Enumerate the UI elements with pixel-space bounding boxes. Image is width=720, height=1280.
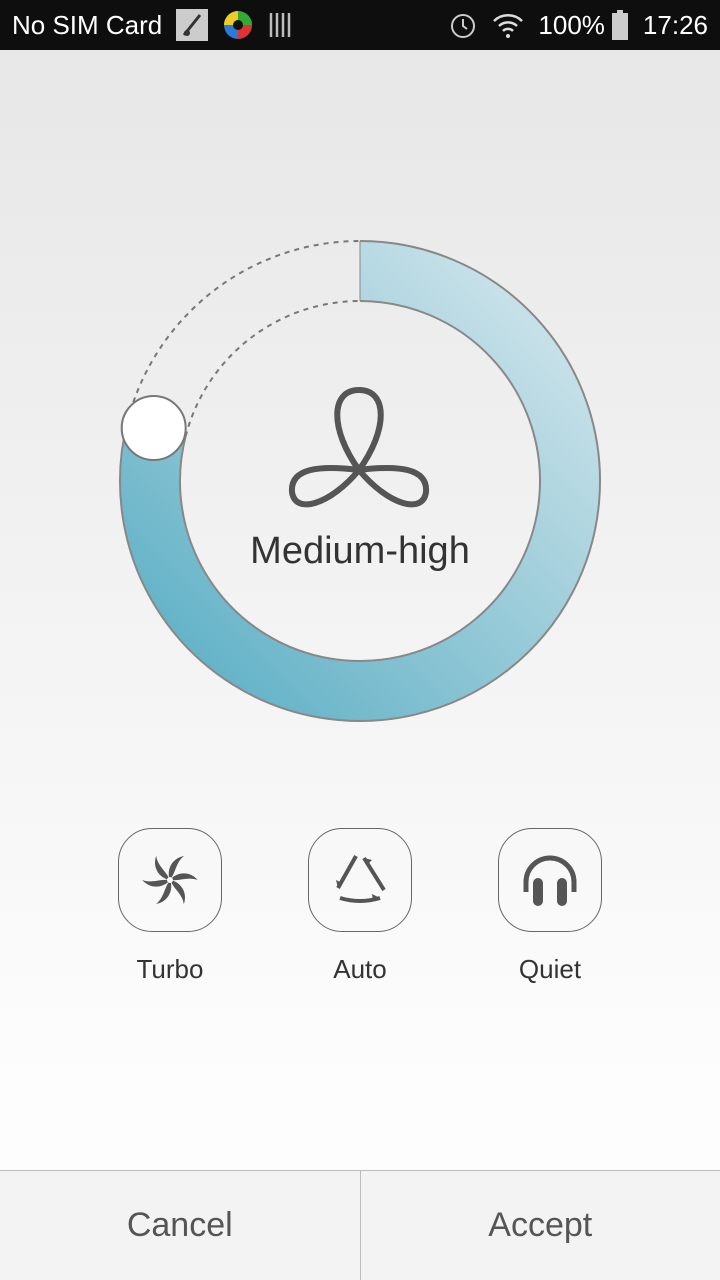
ring-remaining-outer	[126, 240, 360, 422]
speed-fill-arc	[120, 241, 600, 721]
ring-outline-inner	[179, 300, 541, 662]
dialog-footer: Cancel Accept	[0, 1170, 720, 1280]
cancel-button[interactable]: Cancel	[0, 1171, 360, 1280]
quiet-label: Quiet	[518, 954, 582, 984]
fan-icon	[288, 387, 430, 508]
ring-remaining-inner	[184, 300, 360, 437]
fan-speed-dial[interactable]	[0, 0, 720, 760]
fan-level-label: Medium-high	[250, 530, 470, 572]
auto-mode-button[interactable]: Auto	[308, 828, 412, 985]
headphones-icon	[523, 855, 577, 906]
turbo-fan-icon	[142, 855, 198, 905]
auto-cycle-icon	[336, 855, 386, 903]
turbo-mode-button[interactable]: Turbo	[118, 828, 222, 985]
accept-button[interactable]: Accept	[359, 1171, 720, 1280]
auto-label: Auto	[333, 954, 387, 984]
speed-slider-knob[interactable]	[120, 395, 187, 462]
quiet-mode-button[interactable]: Quiet	[498, 828, 602, 985]
turbo-label: Turbo	[136, 954, 204, 984]
